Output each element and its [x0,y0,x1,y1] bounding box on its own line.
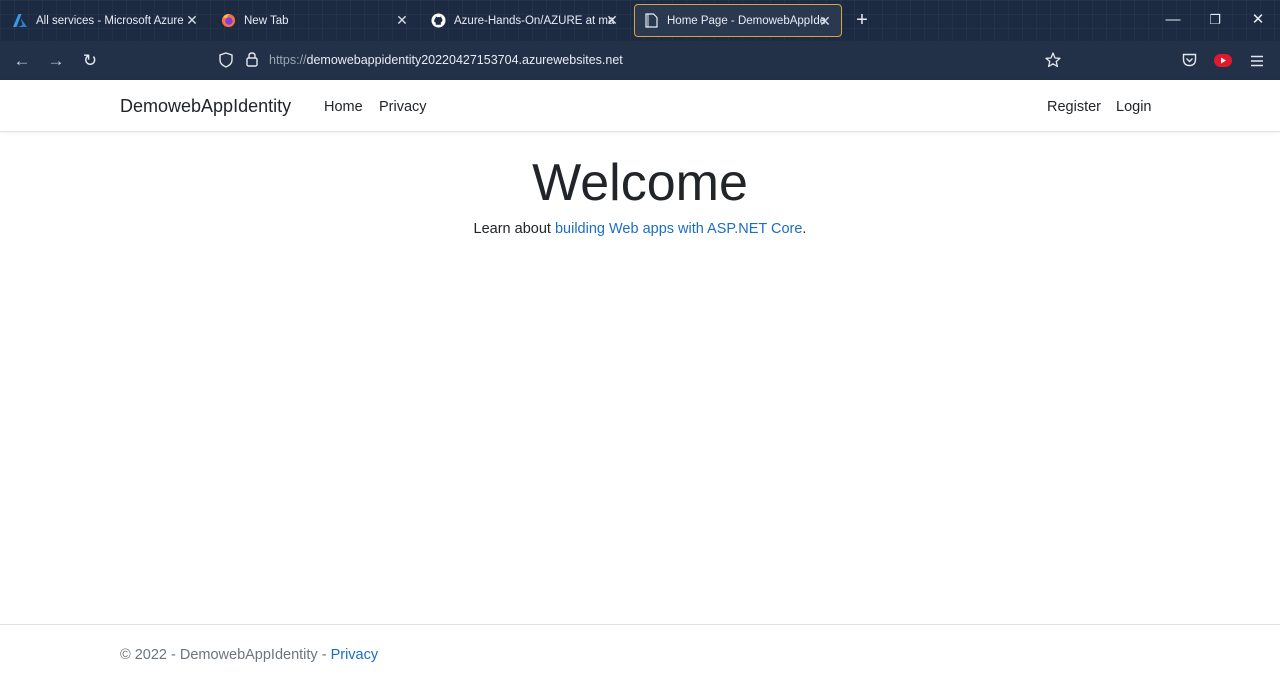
welcome-heading: Welcome [532,154,748,212]
back-button[interactable]: ← [11,50,33,72]
youtube-extension-icon[interactable] [1214,54,1232,72]
nav-privacy-link[interactable]: Privacy [379,99,427,115]
lead-prefix: Learn about [473,221,555,237]
footer-text: © 2022 - DemowebAppIdentity - Privacy [120,647,378,663]
site-footer: © 2022 - DemowebAppIdentity - Privacy [0,624,1280,674]
close-icon[interactable]: ✕ [184,12,200,28]
tab-azure[interactable]: All services - Microsoft Azure ✕ [4,4,208,37]
footer-privacy-link[interactable]: Privacy [331,647,379,663]
url-bar[interactable]: https://demowebappidentity20220427153704… [210,46,1070,75]
web-page: DemowebAppIdentity Home Privacy Register… [0,80,1280,674]
restore-button[interactable]: ❐ [1205,10,1225,30]
azure-icon [12,13,28,29]
lead-suffix: . [802,221,807,237]
lock-icon[interactable] [246,52,258,72]
star-icon[interactable] [1045,52,1061,73]
close-icon[interactable]: ✕ [604,12,620,28]
url-host: demowebappidentity20220427153704.azurewe… [306,53,623,67]
footer-copyright: © 2022 - DemowebAppIdentity - [120,647,331,663]
nav-login-link[interactable]: Login [1116,99,1151,115]
pocket-icon[interactable] [1182,53,1197,72]
window-close-button[interactable]: ✕ [1248,10,1268,30]
nav-register-link[interactable]: Register [1047,99,1101,115]
tab-new-tab[interactable]: New Tab ✕ [212,4,418,37]
browser-window: All services - Microsoft Azure ✕ New Tab… [0,0,1280,674]
new-tab-button[interactable]: + [850,8,874,32]
tab-title: All services - Microsoft Azure [36,14,184,27]
browser-toolbar: ← → ↻ https://demowebappidentity20220427… [0,41,1280,80]
tab-title: New Tab [244,14,289,27]
shield-icon[interactable] [219,52,233,73]
close-icon[interactable]: ✕ [817,13,833,29]
aspnet-docs-link[interactable]: building Web apps with ASP.NET Core [555,221,802,237]
github-icon [430,13,446,29]
url-text[interactable]: https://demowebappidentity20220427153704… [269,53,623,67]
tab-home-page[interactable]: Home Page - DemowebAppIdentity ✕ [634,4,842,37]
forward-button[interactable]: → [45,50,67,72]
nav-home-link[interactable]: Home [324,99,363,115]
firefox-icon [220,13,236,29]
lead-text: Learn about building Web apps with ASP.N… [0,221,1280,237]
minimize-button[interactable]: — [1163,10,1183,30]
reload-button[interactable]: ↻ [79,50,101,72]
site-navbar: DemowebAppIdentity Home Privacy Register… [0,80,1280,132]
tab-title: Azure-Hands-On/AZURE at main [454,14,614,27]
close-icon[interactable]: ✕ [394,12,410,28]
tab-strip: All services - Microsoft Azure ✕ New Tab… [0,0,1280,41]
menu-icon[interactable] [1250,54,1264,72]
tab-github[interactable]: Azure-Hands-On/AZURE at main ✕ [422,4,628,37]
url-scheme: https:// [269,53,307,67]
tab-title: Home Page - DemowebAppIdentity [667,14,825,27]
page-icon [643,13,659,29]
site-brand[interactable]: DemowebAppIdentity [120,96,291,117]
